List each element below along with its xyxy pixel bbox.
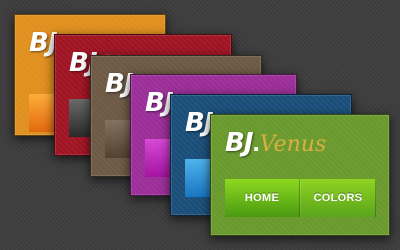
logo: BJ.Venus bbox=[225, 127, 326, 158]
logo-bj: BJ bbox=[29, 28, 57, 58]
nav-item-colors[interactable]: COLORS bbox=[300, 179, 376, 217]
theme-card-green[interactable]: BJ.Venus HOME COLORS bbox=[210, 114, 390, 236]
logo-bj: BJ bbox=[105, 69, 133, 99]
logo-bj: BJ bbox=[225, 128, 253, 158]
nav-item-home[interactable]: HOME bbox=[225, 179, 300, 217]
logo-bj: BJ bbox=[185, 108, 213, 138]
logo-venus: Venus bbox=[259, 132, 327, 157]
logo-bj: BJ bbox=[145, 88, 173, 118]
nav-bar: HOME COLORS bbox=[225, 179, 389, 217]
logo-dot: . bbox=[252, 127, 260, 157]
